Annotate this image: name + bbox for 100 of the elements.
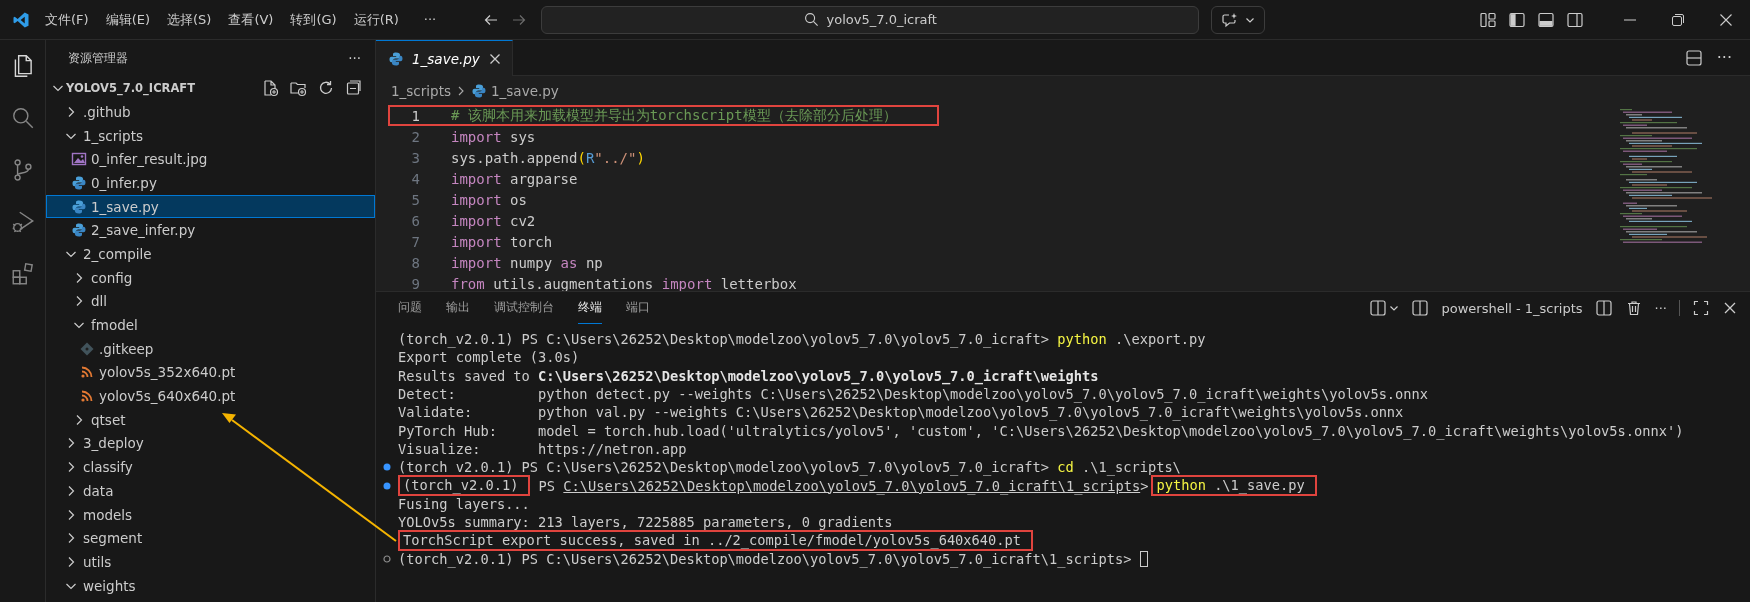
line-number: 8 xyxy=(410,254,420,271)
maximize-icon[interactable] xyxy=(1692,299,1710,317)
terminal-line: Detect: python detect.py --weights C:\Users\26252\Desktop\modelzoo\yolov5_7.0\yolov5_7.0_icraft\weights\yolov5s.onnx xyxy=(398,386,1429,403)
code-line: import argparse xyxy=(451,170,578,187)
code-line: sys.path.append(R"../") xyxy=(451,149,645,166)
menu-item[interactable]: 选择(S) xyxy=(159,6,220,33)
breadcrumb-item[interactable]: 1_save.py xyxy=(491,82,559,99)
panel-tab[interactable]: 终端 xyxy=(578,292,602,324)
line-number: 7 xyxy=(410,233,420,250)
tree-item[interactable]: data xyxy=(46,479,375,503)
code-line: import numpy as np xyxy=(451,254,603,271)
tree-item[interactable]: .gitkeep xyxy=(46,336,375,361)
tree-item[interactable]: dll xyxy=(46,289,375,314)
menu-item[interactable]: 运行(R) xyxy=(345,6,407,33)
more-button[interactable]: ··· xyxy=(348,50,361,66)
collapse-all-icon[interactable] xyxy=(345,79,363,97)
python-file-icon xyxy=(71,198,87,215)
line-number: 2 xyxy=(410,128,420,145)
tree-item[interactable]: 2_save_infer.py xyxy=(46,218,375,243)
line-number: 4 xyxy=(410,170,420,187)
menu-item[interactable]: 文件(F) xyxy=(37,6,97,33)
terminal-line: Validate: python val.py --weights C:\Users\26252\Desktop\modelzoo\yolov5_7.0\yolov5_7.0_icraft\weights\yolov5s.onnx xyxy=(398,404,1404,421)
text-cursor xyxy=(1139,550,1148,567)
new-folder-icon[interactable] xyxy=(289,79,307,97)
new-terminal-split-icon[interactable] xyxy=(1369,299,1388,317)
python-file-icon xyxy=(388,50,404,67)
code-line: import torch xyxy=(451,233,553,250)
breadcrumb-item[interactable]: 1_scripts xyxy=(391,82,451,99)
tree-item[interactable]: 0_infer.py xyxy=(46,171,375,195)
close-icon[interactable] xyxy=(487,51,502,66)
customize-layout-icon[interactable] xyxy=(1479,10,1497,29)
terminal-line: Results saved to C:\Users\26252\Desktop\modelzoo\yolov5_7.0\yolov5_7.0_icraft\weights xyxy=(398,367,1099,384)
tree-item[interactable]: weights xyxy=(46,573,375,598)
tree-item[interactable]: 3_deploy xyxy=(46,431,375,456)
close-icon[interactable] xyxy=(1719,12,1733,27)
panel-tab[interactable]: 输出 xyxy=(446,292,470,324)
tree-item[interactable]: yolov5s_352x640.pt xyxy=(46,360,375,385)
tree-item[interactable]: config xyxy=(46,265,375,290)
terminal-name[interactable]: powershell - 1_scripts xyxy=(1441,300,1583,316)
menu-item[interactable]: 编辑(E) xyxy=(97,6,158,33)
tree-item[interactable]: segment xyxy=(46,526,375,551)
terminal-line: Export complete (3.0s) xyxy=(398,349,580,366)
refresh-icon[interactable] xyxy=(317,79,335,97)
panel-tab[interactable]: 端口 xyxy=(626,292,650,324)
restore-icon[interactable] xyxy=(1671,12,1685,27)
python-file-icon xyxy=(71,222,87,239)
editor-tab[interactable]: 1_save.py xyxy=(376,40,513,76)
image-file-icon xyxy=(71,151,87,168)
line-number: 3 xyxy=(410,149,420,166)
more-button[interactable]: ··· xyxy=(1654,300,1667,316)
tree-item[interactable]: 1_save.py xyxy=(46,194,375,219)
menu-item[interactable]: 查看(V) xyxy=(220,6,282,33)
split-editor-icon[interactable] xyxy=(1684,48,1703,67)
code-line: import os xyxy=(451,191,527,208)
chat-button[interactable] xyxy=(1211,5,1266,34)
toggle-panel-icon[interactable] xyxy=(1537,10,1555,29)
python-file-icon xyxy=(471,82,487,99)
python-file-icon xyxy=(71,174,87,191)
code-line: from utils.augmentations import letterbox xyxy=(451,275,797,291)
code-line: import sys xyxy=(451,128,536,145)
search-field[interactable]: yolov5_7.0_icraft xyxy=(541,5,1200,34)
tree-item[interactable]: yolov5s_640x640.pt xyxy=(46,384,375,408)
line-number: 1 xyxy=(410,107,420,124)
terminal-line: (torch_v2.0.1) PS C:\Users\26252\Desktop\modelzoo\yolov5_7.0\yolov5_7.0_icraft> python .\export.py xyxy=(398,331,1206,348)
panel-tab[interactable]: 调试控制台 xyxy=(494,292,554,324)
more-button[interactable]: ··· xyxy=(1716,48,1732,67)
menu-item[interactable]: 转到(G) xyxy=(282,6,345,33)
terminal-line: (torch_v2.0.1) PS C:\Users\26252\Desktop\modelzoo\yolov5_7.0\yolov5_7.0_icraft> cd .\1_scripts\ xyxy=(398,459,1181,476)
tree-item[interactable]: qtset xyxy=(46,407,375,432)
toggle-secondary-sidebar-icon[interactable] xyxy=(1566,10,1584,29)
terminal-line: Fusing layers... xyxy=(398,495,531,512)
code-line: import cv2 xyxy=(451,212,536,229)
chevron-down-icon[interactable] xyxy=(1389,303,1400,313)
panel-tab[interactable]: 问题 xyxy=(398,292,422,324)
terminal-line: YOLOv5s summary: 213 layers, 7225885 parameters, 0 gradients xyxy=(398,514,893,531)
toggle-sidebar-icon[interactable] xyxy=(1508,10,1526,29)
tree-item[interactable]: models xyxy=(46,502,375,527)
tree-item[interactable]: fmodel xyxy=(46,313,375,337)
tree-item[interactable]: .github xyxy=(46,100,375,124)
close-icon[interactable] xyxy=(1722,300,1738,316)
diamond-icon xyxy=(79,340,95,357)
tree-item[interactable]: 1_scripts xyxy=(46,123,375,148)
logo-icon xyxy=(12,10,30,29)
tree-item[interactable]: classify xyxy=(46,455,375,479)
tree-item[interactable]: 2_compile xyxy=(46,242,375,266)
tree-item[interactable]: 0_infer_result.jpg xyxy=(46,147,375,172)
sidebar-title: 资源管理器 xyxy=(68,49,128,67)
terminal-line: Visualize: https://netron.app xyxy=(398,440,687,457)
tree-item[interactable]: utils xyxy=(46,550,375,574)
more-menu[interactable]: ··· xyxy=(413,6,447,33)
terminal-line: PyTorch Hub: model = torch.hub.load('ultralytics/yolov5', 'custom', 'C:\Users\26252\Desktop\modelzoo\yolov5_7.0\yolov5_7.0_icraft\weights\yolov5s.onnx') xyxy=(398,422,1684,439)
folder-header[interactable]: YOLOV5_7.0_ICRAFT xyxy=(46,76,375,100)
split-terminal-icon[interactable] xyxy=(1594,299,1613,317)
line-number: 6 xyxy=(410,212,420,229)
terminal-line: (torch_v2.0.1) PS C:\Users\26252\Desktop\modelzoo\yolov5_7.0\yolov5_7.0_icraft\1_scripts> python .\1_save.py xyxy=(398,475,1317,497)
new-file-icon[interactable] xyxy=(261,79,279,97)
line-number: 5 xyxy=(410,191,420,208)
terminal-line: (torch_v2.0.1) PS C:\Users\26252\Desktop\modelzoo\yolov5_7.0\yolov5_7.0_icraft\1_scripts> xyxy=(398,550,1133,567)
code-line: # 该脚本用来加载模型并导出为torchscript模型（去除部分后处理） xyxy=(451,106,897,125)
search-icon xyxy=(803,12,819,27)
